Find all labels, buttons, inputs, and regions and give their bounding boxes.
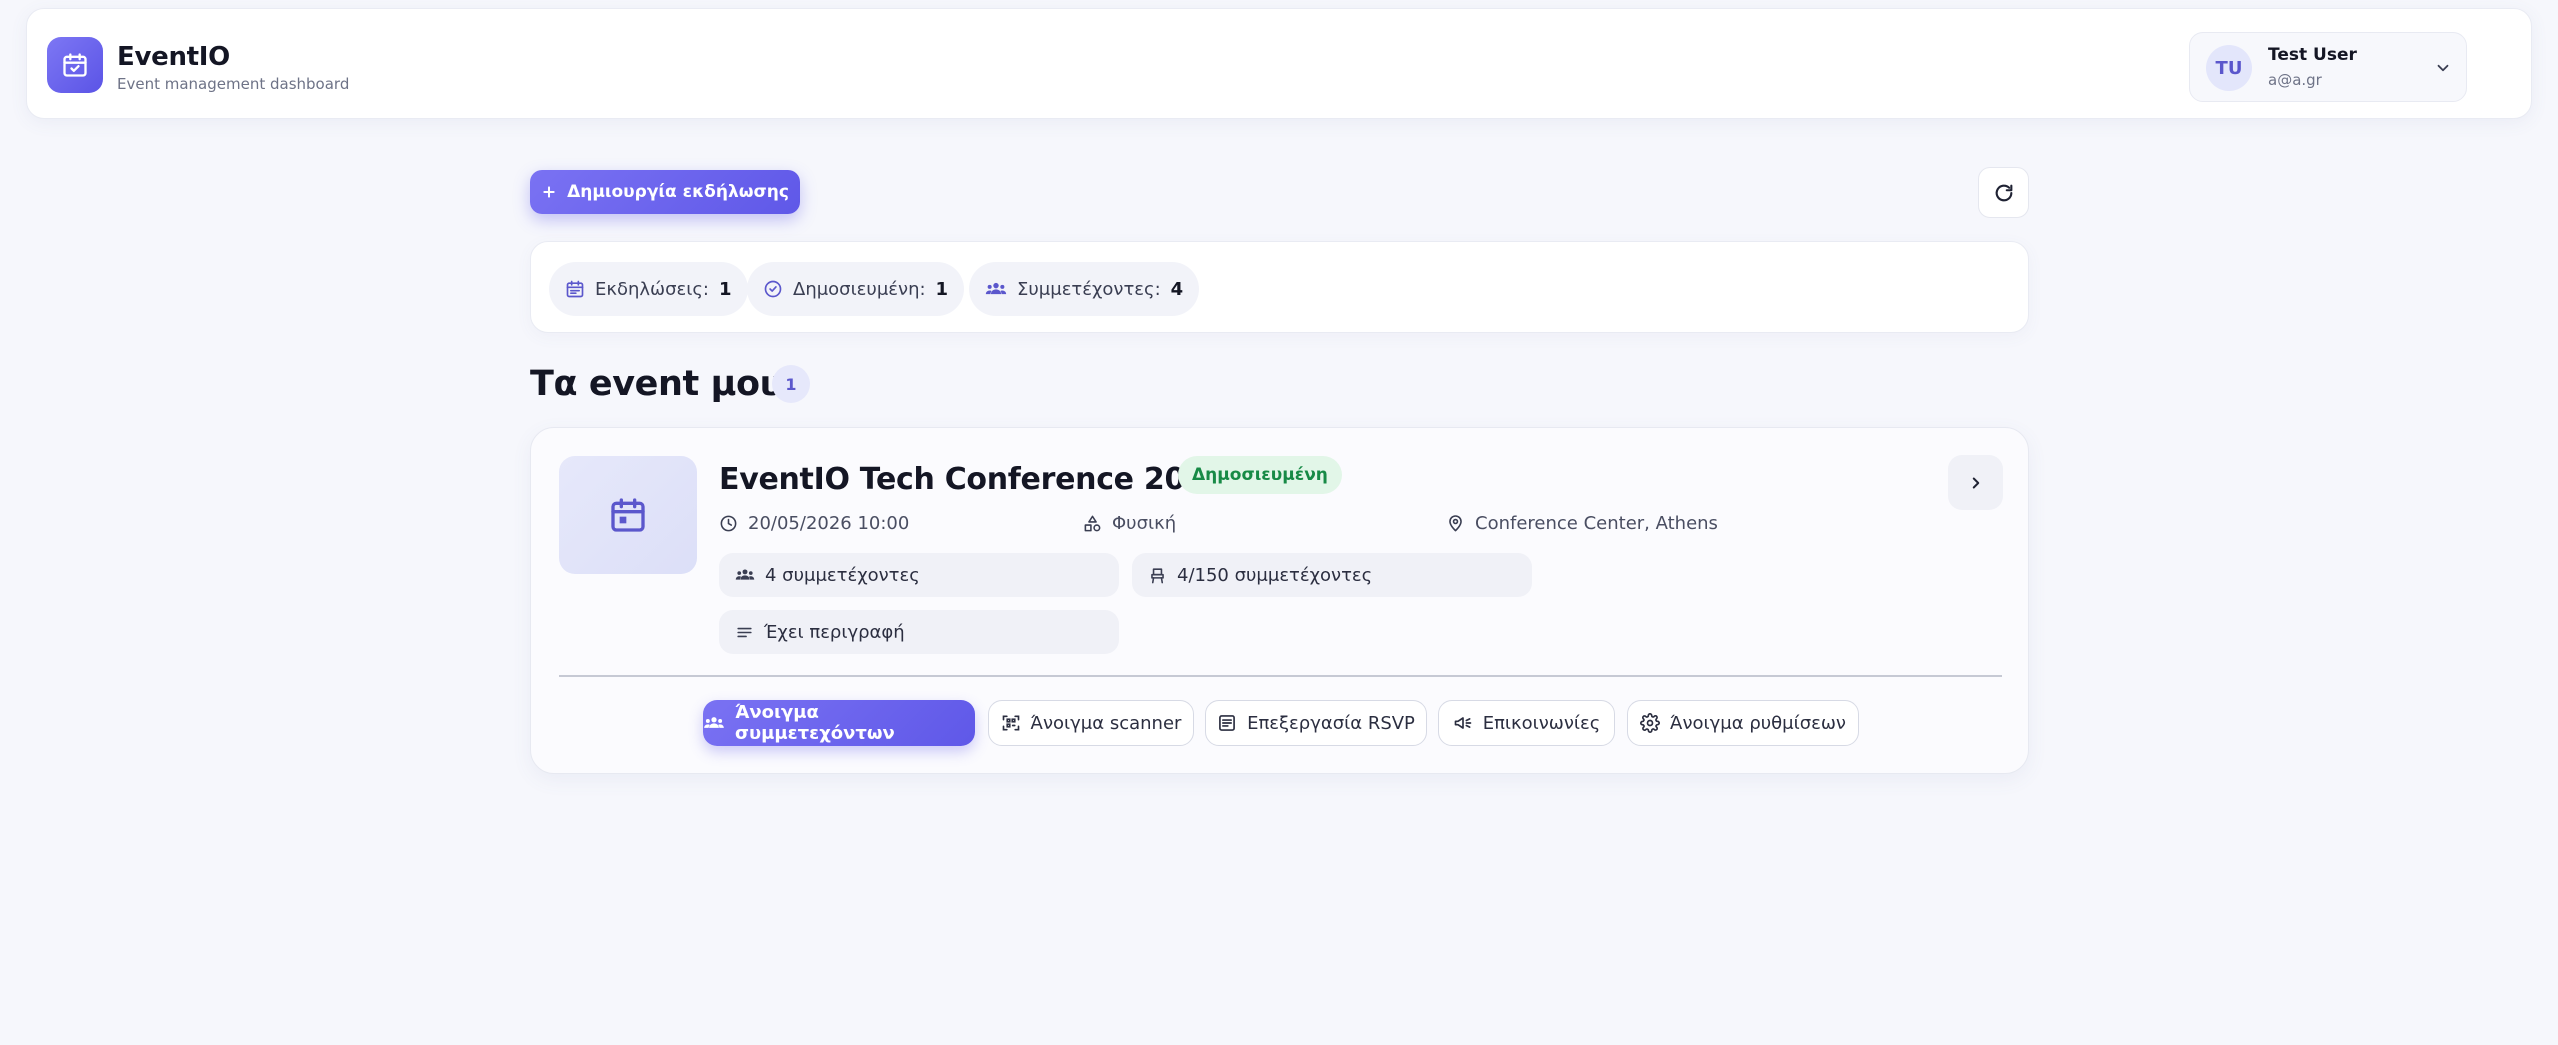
card-divider xyxy=(559,675,2002,677)
app-subtitle: Event management dashboard xyxy=(117,75,350,93)
open-settings-button[interactable]: Άνοιγμα ρυθμίσεων xyxy=(1627,700,1859,746)
event-title[interactable]: EventIO Tech Conference 2026 xyxy=(719,462,1226,497)
refresh-icon xyxy=(1993,182,2015,204)
participants-pill: 4 συμμετέχοντες xyxy=(719,553,1119,597)
form-list-icon xyxy=(1217,713,1237,733)
chevron-down-icon xyxy=(2434,59,2452,77)
chevron-right-icon xyxy=(1967,474,1985,492)
users-icon xyxy=(735,566,755,584)
stat-published-value: 1 xyxy=(935,278,949,300)
users-icon xyxy=(985,279,1007,299)
open-settings-label: Άνοιγμα ρυθμίσεων xyxy=(1670,712,1846,734)
section-count-badge: 1 xyxy=(772,365,810,403)
gear-icon xyxy=(1640,713,1660,733)
open-scanner-label: Άνοιγμα scanner xyxy=(1030,712,1182,734)
open-attendees-button[interactable]: Άνοιγμα συμμετεχόντων xyxy=(703,700,975,746)
app-header: EventIO Event management dashboard TU Te… xyxy=(26,8,2532,119)
event-datetime-text: 20/05/2026 10:00 xyxy=(748,512,910,534)
event-datetime: 20/05/2026 10:00 xyxy=(719,508,909,538)
capacity-pill: 4/150 συμμετέχοντες xyxy=(1132,553,1532,597)
open-attendees-label: Άνοιγμα συμμετεχόντων xyxy=(735,702,895,744)
open-event-button[interactable] xyxy=(1948,455,2003,510)
calendar-check-icon xyxy=(47,37,103,93)
stat-events-label: Εκδηλώσεις: xyxy=(595,278,709,300)
section-title: Τα event μου xyxy=(530,364,783,404)
map-pin-icon xyxy=(1446,514,1465,533)
event-location-text: Conference Center, Athens xyxy=(1475,512,1718,534)
description-pill: Έχει περιγραφή xyxy=(719,610,1119,654)
stats-bar: Εκδηλώσεις: 1 Δημοσιευμένη: 1 Συμμετέχον… xyxy=(530,241,2029,333)
open-scanner-button[interactable]: Άνοιγμα scanner xyxy=(988,700,1194,746)
calendar-icon xyxy=(565,279,585,299)
edit-rsvp-button[interactable]: Επεξεργασία RSVP xyxy=(1205,700,1427,746)
seat-icon xyxy=(1148,566,1167,585)
text-lines-icon xyxy=(735,623,754,642)
description-text: Έχει περιγραφή xyxy=(764,621,905,643)
avatar: TU xyxy=(2206,45,2252,91)
edit-rsvp-label: Επεξεργασία RSVP xyxy=(1247,712,1415,734)
stat-attendees-label: Συμμετέχοντες: xyxy=(1017,278,1161,300)
stat-events-value: 1 xyxy=(719,278,732,300)
event-type-text: Φυσική xyxy=(1112,512,1177,534)
communications-label: Επικοινωνίες xyxy=(1482,712,1601,734)
participants-text: 4 συμμετέχοντες xyxy=(765,564,920,586)
shapes-icon xyxy=(1083,514,1102,533)
user-menu[interactable]: TU Test User a@a.gr xyxy=(2189,32,2467,102)
user-email: a@a.gr xyxy=(2268,71,2322,89)
stat-published: Δημοσιευμένη: 1 xyxy=(747,262,965,316)
app-title: EventIO xyxy=(117,42,230,72)
create-event-button[interactable]: Δημιουργία εκδήλωσης xyxy=(530,170,800,214)
event-type: Φυσική xyxy=(1083,508,1176,538)
stat-attendees: Συμμετέχοντες: 4 xyxy=(969,262,1200,316)
plus-icon xyxy=(541,184,557,200)
megaphone-icon xyxy=(1453,713,1473,733)
user-name: Test User xyxy=(2268,45,2357,65)
refresh-button[interactable] xyxy=(1978,167,2029,218)
qr-scan-icon xyxy=(1001,713,1021,733)
event-location: Conference Center, Athens xyxy=(1446,508,1718,538)
capacity-text: 4/150 συμμετέχοντες xyxy=(1177,564,1373,586)
stat-published-label: Δημοσιευμένη: xyxy=(793,278,926,300)
users-icon xyxy=(703,714,725,732)
check-badge-icon xyxy=(763,279,783,299)
clock-icon xyxy=(719,514,738,533)
communications-button[interactable]: Επικοινωνίες xyxy=(1438,700,1615,746)
event-card[interactable]: EventIO Tech Conference 2026 Δημοσιευμέν… xyxy=(530,427,2029,774)
calendar-icon xyxy=(608,495,648,535)
create-event-label: Δημιουργία εκδήλωσης xyxy=(567,182,789,202)
status-badge: Δημοσιευμένη xyxy=(1178,456,1342,494)
stat-events: Εκδηλώσεις: 1 xyxy=(549,262,748,316)
event-thumbnail xyxy=(559,456,697,574)
stat-attendees-value: 4 xyxy=(1170,278,1184,300)
